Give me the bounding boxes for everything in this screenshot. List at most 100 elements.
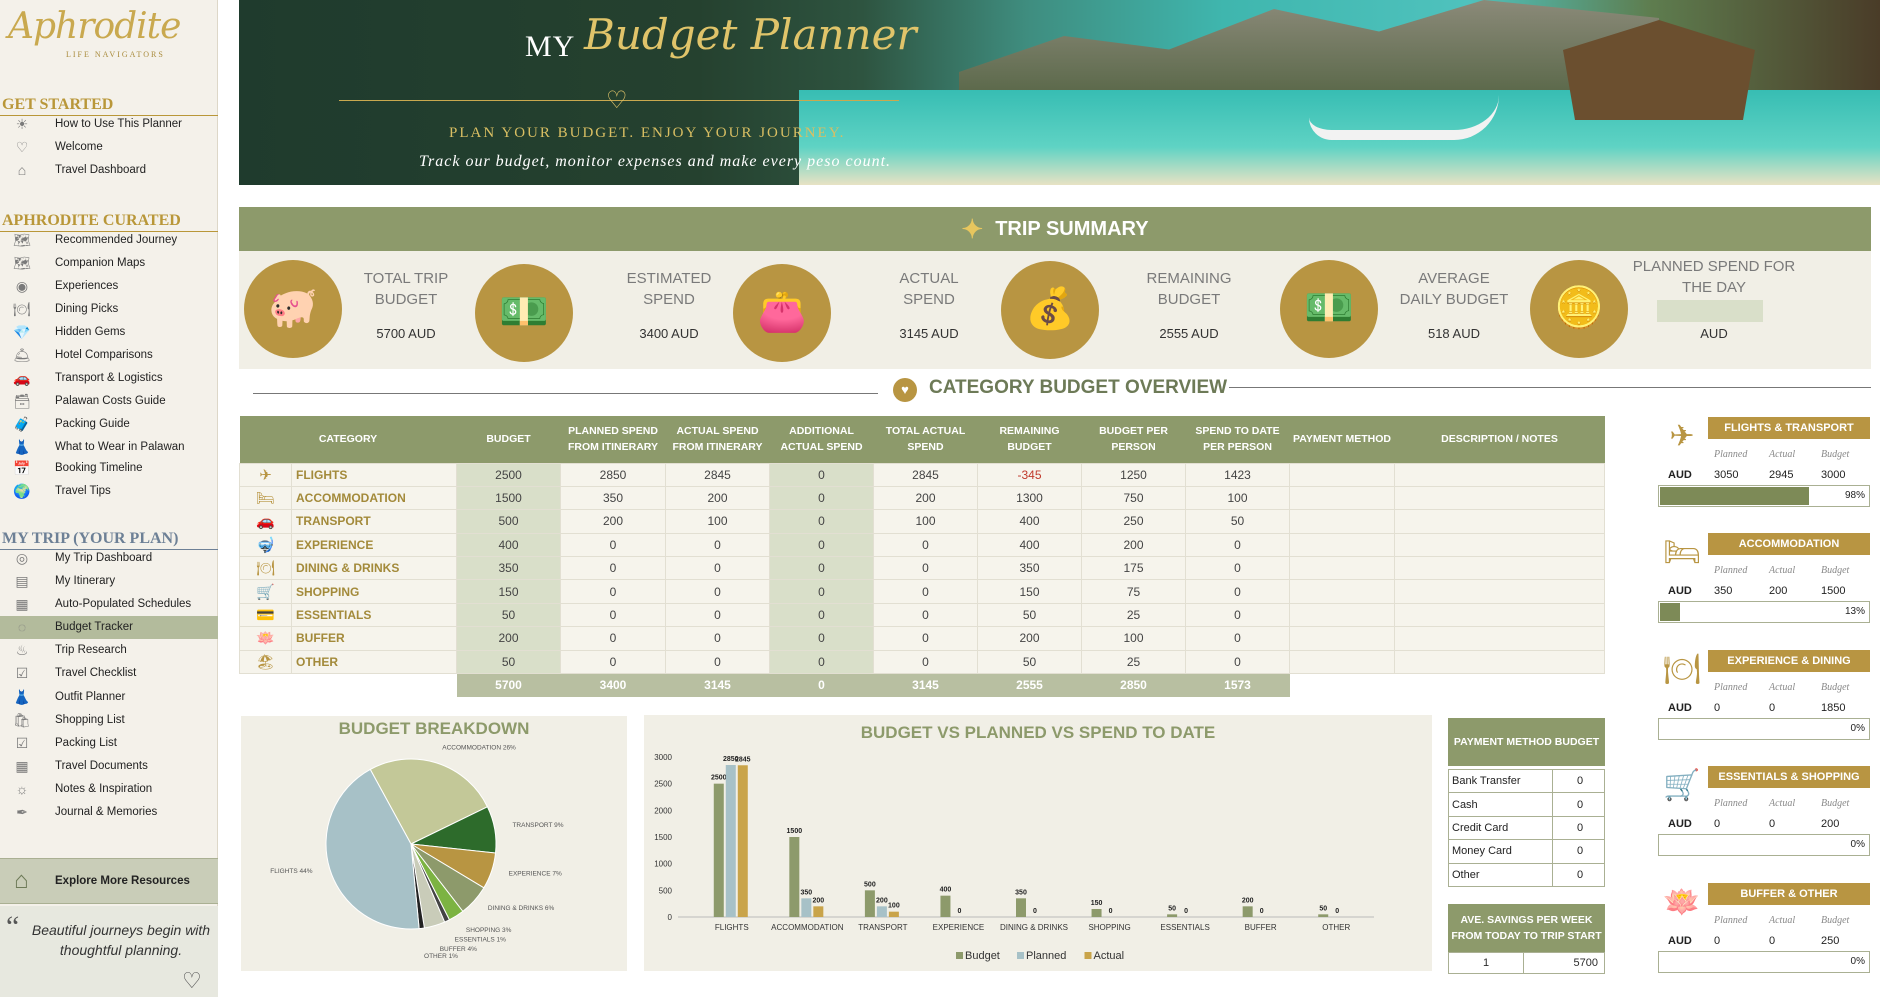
- table-cell[interactable]: 0: [769, 602, 874, 628]
- notes-cell[interactable]: [1394, 509, 1605, 534]
- notes-cell[interactable]: [1394, 532, 1605, 558]
- total-cell: 3145: [665, 673, 770, 698]
- payment-method-cell[interactable]: [1289, 509, 1395, 534]
- table-cell[interactable]: 150: [456, 579, 561, 604]
- wallet-icon: 👛: [733, 264, 831, 362]
- sidebar-item-welcome[interactable]: ♡ Welcome: [0, 136, 218, 159]
- column-header: BUDGET PER PERSON: [1081, 416, 1186, 463]
- explore-more-resources[interactable]: ⌂ Explore More Resources: [0, 858, 218, 904]
- table-cell[interactable]: 2500: [456, 462, 561, 487]
- table-cell[interactable]: 200: [456, 626, 561, 651]
- trip-summary-header: ✦ TRIP SUMMARY: [239, 207, 1871, 251]
- sidebar-item-packing-list[interactable]: ☑ Packing List: [0, 732, 218, 755]
- table-cell[interactable]: 0: [769, 649, 874, 675]
- bar: [1091, 909, 1102, 917]
- sidebar-item-travel-dashboard[interactable]: ⌂ Travel Dashboard: [0, 159, 218, 182]
- table-cell: 0: [665, 626, 770, 651]
- legend-label: Actual: [1094, 950, 1125, 962]
- sidebar-item-label: Recommended Journey: [55, 234, 178, 246]
- sidebar-item-my-trip-dashboard[interactable]: ◎ My Trip Dashboard: [0, 547, 218, 570]
- savings-value: 5700: [1523, 953, 1604, 973]
- payment-method-value[interactable]: 0: [1552, 768, 1605, 794]
- table-cell[interactable]: 0: [769, 626, 874, 651]
- table-cell: 0: [873, 602, 978, 628]
- sidebar-item-packing-guide[interactable]: 🧳 Packing Guide: [0, 413, 218, 436]
- sidebar-item-booking-timeline[interactable]: 📅 Booking Timeline: [0, 457, 218, 480]
- sidebar-item-auto-populated-schedules[interactable]: ▦ Auto-Populated Schedules: [0, 593, 218, 616]
- table-cell[interactable]: 50: [456, 649, 561, 675]
- sidebar-item-hidden-gems[interactable]: 💎 Hidden Gems: [0, 321, 218, 344]
- table-cell[interactable]: 1500: [456, 485, 561, 511]
- notes-cell[interactable]: [1394, 485, 1605, 511]
- sidebar-item-travel-tips[interactable]: 🌍 Travel Tips: [0, 480, 218, 503]
- planned-spend-input[interactable]: [1657, 300, 1763, 322]
- table-cell[interactable]: 0: [769, 579, 874, 604]
- payment-method-value[interactable]: 0: [1552, 839, 1605, 864]
- table-cell[interactable]: 0: [769, 532, 874, 558]
- sidebar-item-budget-tracker[interactable]: ◌ Budget Tracker: [0, 616, 218, 639]
- payment-method-value[interactable]: 0: [1552, 792, 1605, 817]
- x-tick-label: ESSENTIALS: [1160, 923, 1209, 932]
- sidebar-item-outfit-planner[interactable]: 👗 Outfit Planner: [0, 686, 218, 709]
- table-cell[interactable]: 0: [769, 462, 874, 487]
- payment-method-cell[interactable]: [1289, 579, 1395, 604]
- payment-method-cell[interactable]: [1289, 649, 1395, 675]
- sidebar-item-trip-research[interactable]: ♨ Trip Research: [0, 639, 218, 662]
- nav-icon: ▦: [15, 758, 29, 774]
- payment-method-cell[interactable]: [1289, 485, 1395, 511]
- sidebar-item-dining-picks[interactable]: 🍽 Dining Picks: [0, 298, 218, 321]
- payment-method-cell[interactable]: [1289, 602, 1395, 628]
- bed-icon: 🛏: [239, 485, 292, 511]
- sidebar-item-companion-maps[interactable]: 🗺 Companion Maps: [0, 252, 218, 275]
- table-cell: 2845: [873, 462, 978, 487]
- payment-method-cell[interactable]: [1289, 532, 1395, 558]
- coins-icon: 🪙: [1530, 260, 1628, 358]
- sidebar-item-experiences[interactable]: ◉ Experiences: [0, 275, 218, 298]
- table-cell: 200: [977, 626, 1082, 651]
- sidebar-item-my-itinerary[interactable]: ▤ My Itinerary: [0, 570, 218, 593]
- card-currency: AUD: [1668, 818, 1692, 830]
- data-label: 50: [1319, 905, 1327, 912]
- notes-cell[interactable]: [1394, 602, 1605, 628]
- payment-method-cell[interactable]: [1289, 556, 1395, 581]
- payment-method-value[interactable]: 0: [1552, 815, 1605, 841]
- card-progress-bar: 0%: [1658, 834, 1870, 856]
- beach-icon: 🏖: [239, 649, 292, 675]
- table-cell[interactable]: 350: [456, 556, 561, 581]
- sidebar-item-shopping-list[interactable]: 🛍 Shopping List: [0, 709, 218, 732]
- table-cell: 0: [1185, 556, 1290, 581]
- table-row: 🏖 OTHER 50 0 0 0 0 50 25 0: [239, 649, 1605, 675]
- sidebar-item-hotel-comparisons[interactable]: 🛎 Hotel Comparisons: [0, 344, 218, 367]
- sidebar-item-palawan-costs-guide[interactable]: 🗃 Palawan Costs Guide: [0, 390, 218, 413]
- notes-cell[interactable]: [1394, 462, 1605, 487]
- table-cell[interactable]: 0: [769, 556, 874, 581]
- sidebar-item-what-to-wear-in-palawan[interactable]: 👗 What to Wear in Palawan: [0, 436, 218, 459]
- savings-weeks[interactable]: 1: [1449, 953, 1523, 973]
- notes-cell[interactable]: [1394, 649, 1605, 675]
- sidebar-item-notes-inspiration[interactable]: ☼ Notes & Inspiration: [0, 778, 218, 801]
- payment-method-cell[interactable]: [1289, 626, 1395, 651]
- card-percent: 0%: [1850, 723, 1865, 734]
- sidebar-item-recommended-journey[interactable]: 🗺 Recommended Journey: [0, 229, 218, 252]
- x-tick-label: SHOPPING: [1088, 923, 1130, 932]
- notes-cell[interactable]: [1394, 556, 1605, 581]
- sidebar-item-journal-memories[interactable]: ✒ Journal & Memories: [0, 801, 218, 824]
- table-cell[interactable]: 400: [456, 532, 561, 558]
- sidebar-item-transport-logistics[interactable]: 🚗 Transport & Logistics: [0, 367, 218, 390]
- sidebar-item-how-to-use-this-planner[interactable]: ☀ How to Use This Planner: [0, 113, 218, 136]
- notes-cell[interactable]: [1394, 579, 1605, 604]
- payment-method-cell[interactable]: [1289, 462, 1395, 487]
- table-cell[interactable]: 0: [769, 485, 874, 511]
- table-cell[interactable]: 0: [769, 509, 874, 534]
- card-title: ACCOMMODATION: [1708, 533, 1870, 555]
- table-cell[interactable]: 50: [456, 602, 561, 628]
- sidebar-item-travel-checklist[interactable]: ☑ Travel Checklist: [0, 662, 218, 685]
- card-sublabel: Planned: [1714, 798, 1748, 809]
- pie-label: OTHER 1%: [424, 953, 458, 960]
- sidebar-item-travel-documents[interactable]: ▦ Travel Documents: [0, 755, 218, 778]
- card-title: ESSENTIALS & SHOPPING: [1708, 766, 1870, 788]
- notes-cell[interactable]: [1394, 626, 1605, 651]
- table-cell[interactable]: 500: [456, 509, 561, 534]
- table-cell: 1423: [1185, 462, 1290, 487]
- payment-method-value[interactable]: 0: [1552, 862, 1605, 887]
